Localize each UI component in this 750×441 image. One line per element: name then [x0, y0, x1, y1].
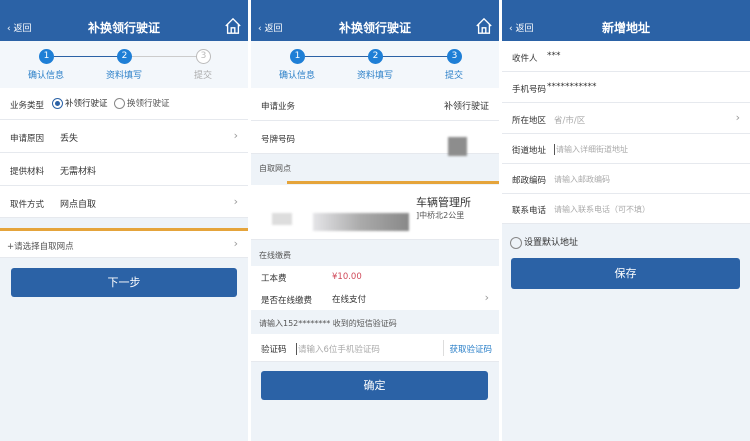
- label: 是否在线缴费: [261, 296, 313, 306]
- section-label: 自取网点: [259, 164, 291, 173]
- point-distance: ]中桥北2公里: [416, 211, 465, 220]
- value: 无需材料: [60, 167, 97, 177]
- panel-step3: ‹ 返回 补换领行驶证 1 2 3 确认信息 资料填写 提交 申请业务 补领行驶…: [251, 0, 499, 441]
- plate-row: 号牌号码: [251, 121, 499, 156]
- page-title: 补换领行驶证: [87, 21, 160, 35]
- redacted-plate: [448, 137, 467, 156]
- next-button[interactable]: 下一步: [11, 268, 237, 297]
- save-button[interactable]: 保存: [511, 258, 740, 289]
- region-row[interactable]: 所在地区 省/市/区 ›: [502, 103, 750, 134]
- code-row: 验证码 请输入6位手机验证码 获取验证码: [251, 334, 499, 362]
- label: 申请原因: [10, 134, 45, 144]
- chevron-right-icon: ›: [735, 111, 740, 124]
- stepper: 1 2 3 确认信息 资料填写 提交: [0, 41, 248, 88]
- biz-type-row: 业务类型 补领行驶证 换领行驶证: [0, 88, 248, 120]
- chevron-right-icon: ›: [484, 291, 489, 304]
- confirm-button[interactable]: 确定: [261, 371, 488, 400]
- pay-method[interactable]: 在线支付: [332, 293, 366, 305]
- label: 手机号码: [512, 85, 547, 95]
- page-title: 新增地址: [601, 21, 650, 35]
- label: 取件方式: [10, 200, 45, 210]
- step-2: 2: [368, 49, 383, 64]
- step-label: 确认信息: [27, 71, 64, 81]
- page-title: 补换领行驶证: [338, 21, 411, 35]
- value: 丢失: [60, 134, 79, 144]
- label: 申请业务: [261, 102, 296, 112]
- step-3: 3: [447, 49, 462, 64]
- get-code-button[interactable]: 获取验证码: [449, 343, 492, 355]
- step-2: 2: [117, 49, 132, 64]
- label: 收件人: [512, 54, 538, 64]
- label: 号牌号码: [261, 135, 296, 145]
- step-label: 提交: [193, 71, 212, 81]
- phone-row[interactable]: 手机号码 ***********: [502, 72, 750, 103]
- default-address-checkbox[interactable]: 设置默认地址: [510, 235, 578, 249]
- region-select[interactable]: 省/市/区: [554, 114, 585, 126]
- chevron-right-icon: ›: [233, 237, 238, 250]
- fee-value: ¥10.00: [332, 272, 362, 282]
- step-1: 1: [39, 49, 54, 64]
- chevron-right-icon: ›: [233, 129, 238, 142]
- sms-note: 请输入152******** 收到的短信验证码: [259, 319, 397, 328]
- label: 工本费: [261, 274, 287, 284]
- select-point-row[interactable]: +请选择自取网点 ›: [0, 231, 248, 258]
- label: 联系电话: [512, 206, 547, 216]
- label: +请选择自取网点: [7, 242, 74, 252]
- recipient-input[interactable]: ***: [547, 51, 561, 61]
- panel-step2: ‹ 返回 补换领行驶证 1 2 3 确认信息 资料填写 提交 业务类型 补领行驶…: [0, 0, 248, 441]
- step-label: 资料填写: [356, 71, 393, 81]
- step-3: 3: [196, 49, 211, 64]
- fee-block: 工本费 ¥10.00 是否在线缴费 在线支付 ›: [251, 266, 499, 310]
- label: 所在地区: [512, 116, 547, 126]
- biz-row: 申请业务 补领行驶证: [251, 88, 499, 121]
- label: 验证码: [261, 345, 287, 355]
- value: 补领行驶证: [443, 102, 489, 112]
- redacted-address: [313, 213, 409, 231]
- street-row[interactable]: 街道地址 请输入详细街道地址: [502, 134, 750, 164]
- phone-input[interactable]: ***********: [547, 82, 597, 92]
- value: 网点自取: [60, 200, 97, 210]
- code-input[interactable]: 请输入6位手机验证码: [296, 343, 380, 355]
- step-1: 1: [290, 49, 305, 64]
- step-label: 确认信息: [278, 71, 315, 81]
- home-icon[interactable]: [475, 17, 493, 35]
- redacted-text: [272, 213, 292, 225]
- stepper: 1 2 3 确认信息 资料填写 提交: [251, 41, 499, 88]
- material-row: 提供材料 无需材料: [0, 153, 248, 186]
- street-input[interactable]: 请输入详细街道地址: [554, 144, 628, 155]
- tel-row[interactable]: 联系电话 请输入联系电话（可不填）: [502, 194, 750, 224]
- home-icon[interactable]: [224, 17, 242, 35]
- label: 业务类型: [10, 101, 45, 111]
- reason-row[interactable]: 申请原因 丢失 ›: [0, 120, 248, 153]
- chevron-right-icon: ›: [233, 195, 238, 208]
- header: ‹ 返回 补换领行驶证: [251, 0, 499, 41]
- label: 邮政编码: [512, 176, 547, 186]
- tel-input[interactable]: 请输入联系电话（可不填）: [554, 204, 650, 215]
- divider: [287, 181, 499, 184]
- label: 提供材料: [10, 167, 45, 177]
- recipient-row[interactable]: 收件人 ***: [502, 41, 750, 72]
- label: 街道地址: [512, 146, 547, 156]
- zip-row[interactable]: 邮政编码 请输入邮政编码: [502, 164, 750, 194]
- radio-renew[interactable]: 换领行驶证: [114, 97, 170, 109]
- header: ‹ 返回 补换领行驶证: [0, 0, 248, 41]
- step-label: 提交: [444, 71, 463, 81]
- section-label: 在线缴费: [259, 251, 291, 260]
- point-name: 车辆管理所: [416, 196, 471, 209]
- header: ‹ 返回 新增地址: [502, 0, 750, 41]
- step-label: 资料填写: [105, 71, 142, 81]
- panel-new-address: ‹ 返回 新增地址 收件人 *** 手机号码 *********** 所在地区 …: [502, 0, 750, 441]
- radio-replace[interactable]: 补领行驶证: [52, 97, 108, 109]
- zip-input[interactable]: 请输入邮政编码: [554, 174, 610, 185]
- pickup-row[interactable]: 取件方式 网点自取 ›: [0, 186, 248, 218]
- label: 设置默认地址: [524, 238, 579, 248]
- pickup-point-card[interactable]: 车辆管理所 ]中桥北2公里: [251, 185, 499, 240]
